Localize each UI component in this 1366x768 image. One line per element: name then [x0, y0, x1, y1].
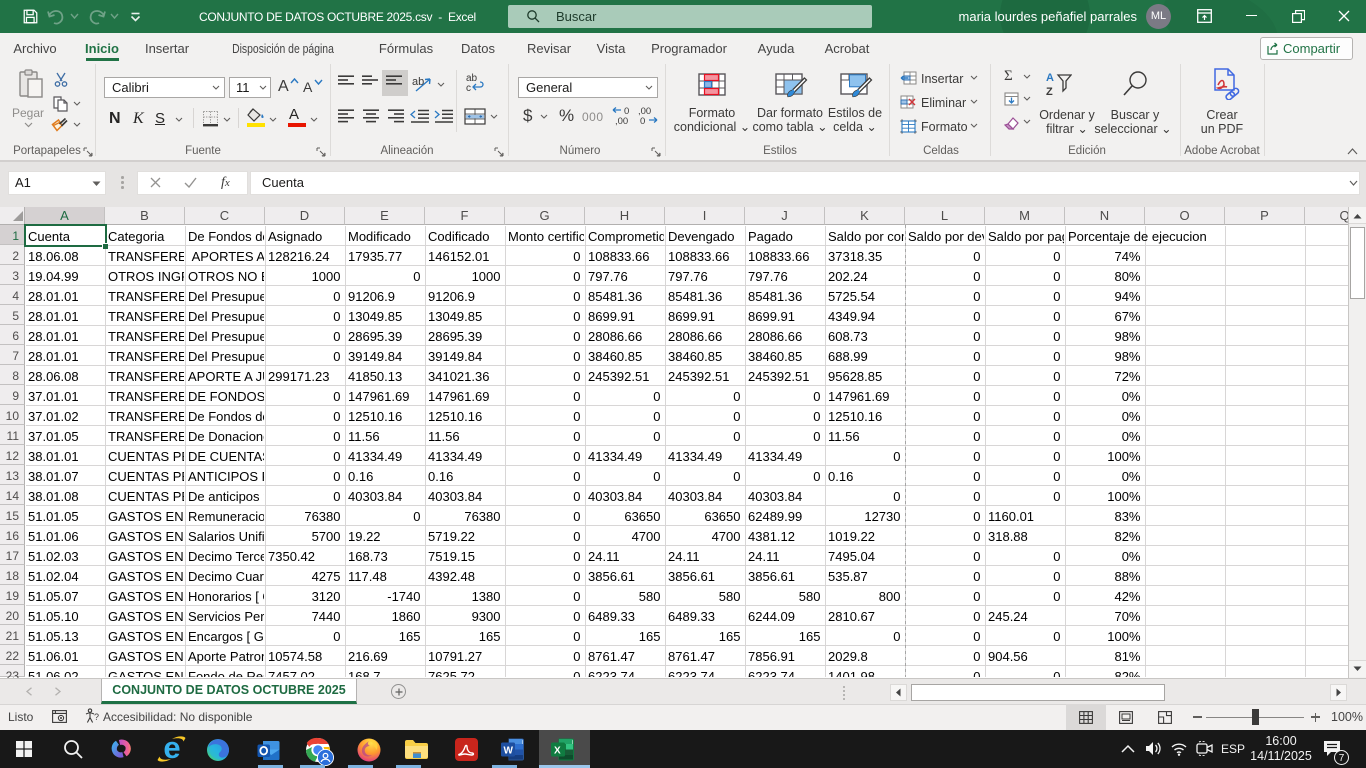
svg-text:W: W [504, 746, 514, 757]
svg-text:c: c [466, 83, 471, 92]
svg-text:Z: Z [1046, 86, 1053, 97]
svg-text:?: ? [94, 712, 99, 722]
svg-text:X: X [554, 746, 561, 757]
svg-text:A: A [1046, 72, 1054, 84]
svg-text:,00: ,00 [615, 116, 628, 126]
